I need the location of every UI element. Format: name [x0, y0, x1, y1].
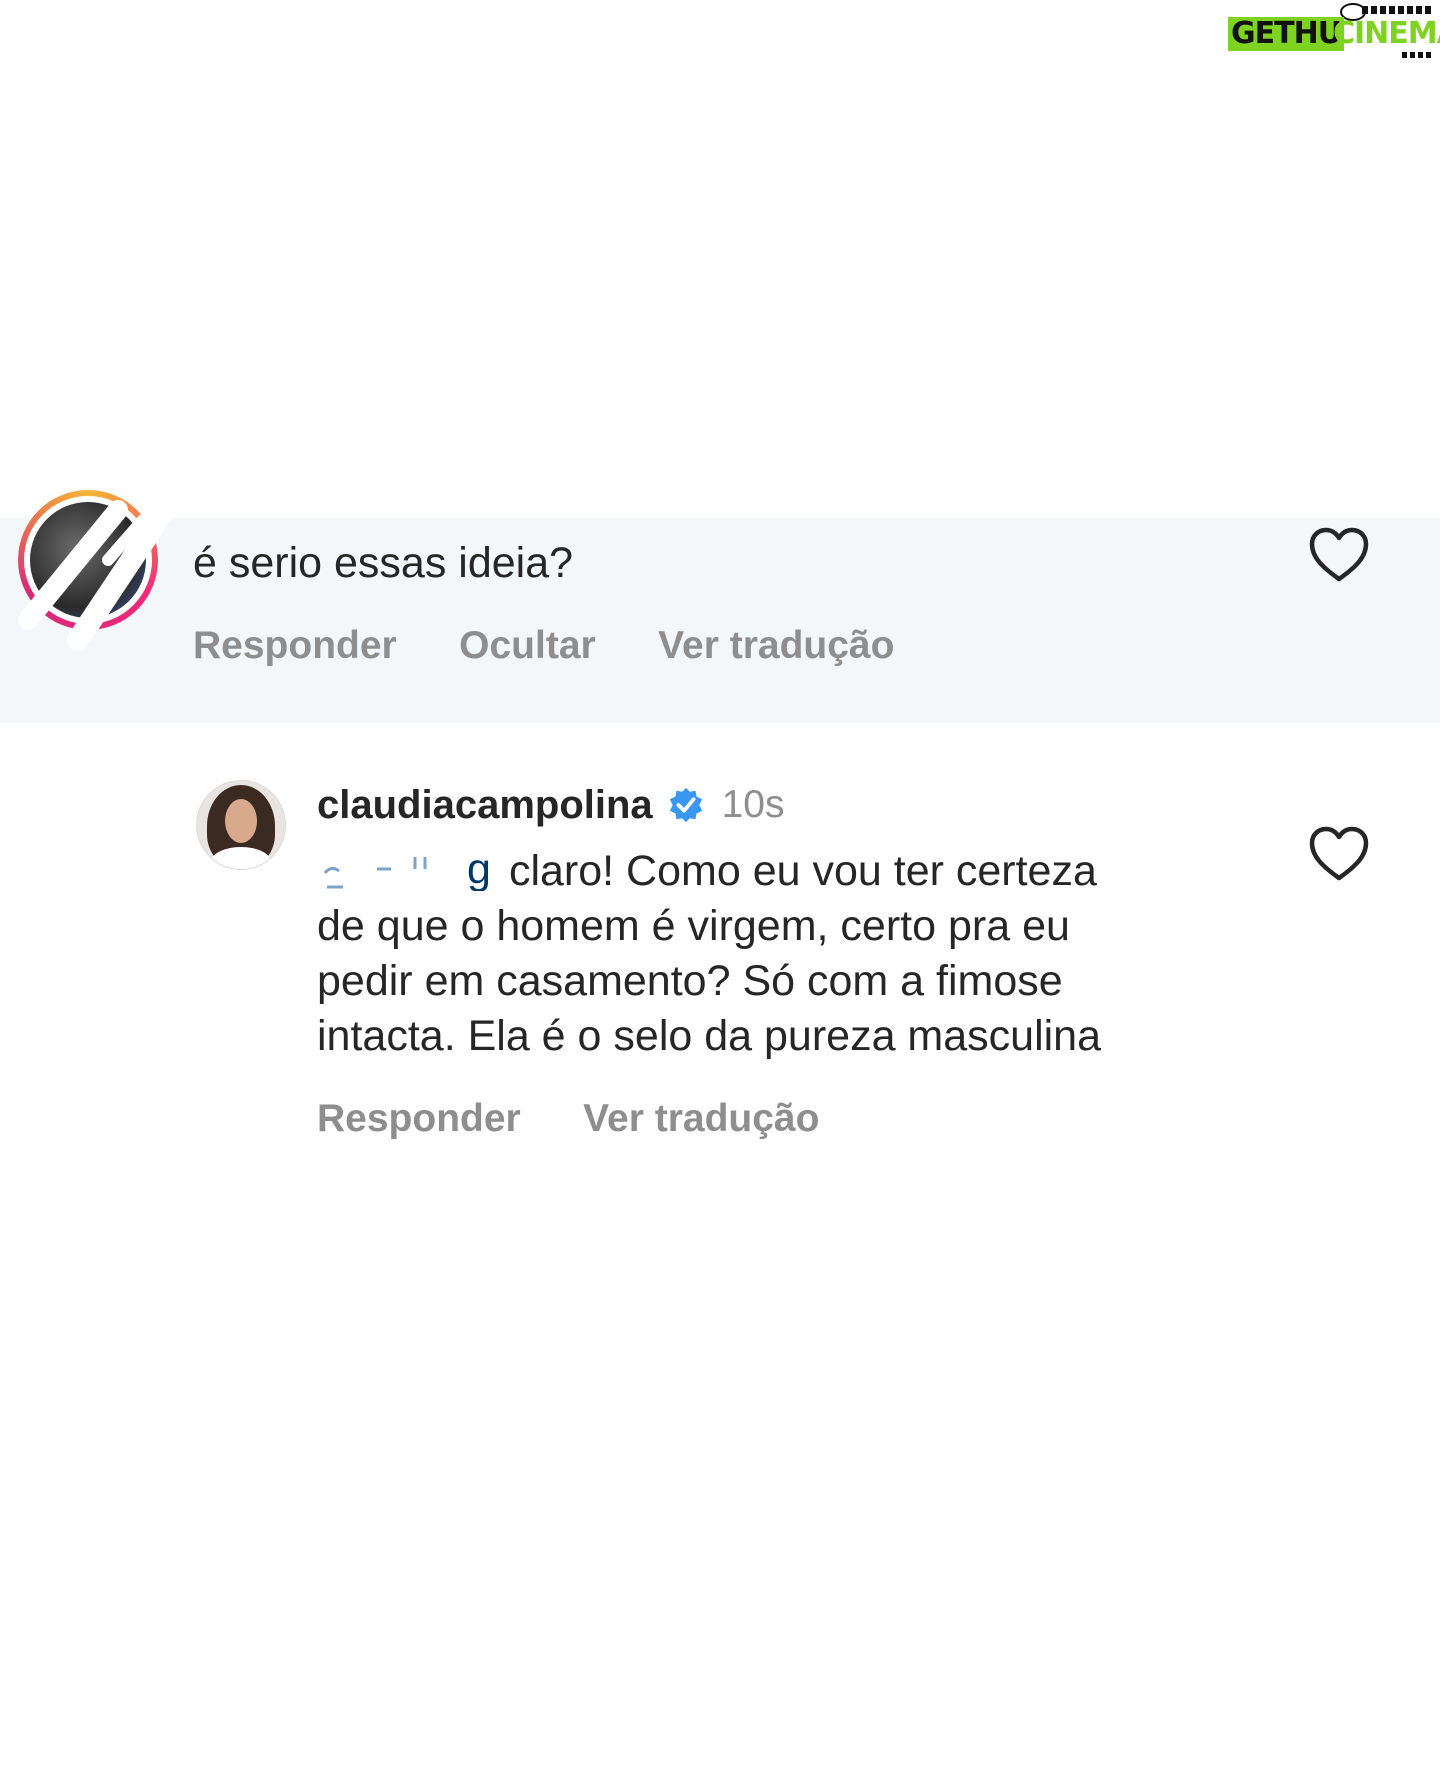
reply-line-2: de que o homem é virgem, certo pra eu [317, 902, 1070, 950]
hide-button[interactable]: Ocultar [459, 621, 596, 671]
redacted-mention-marks: g [323, 847, 491, 891]
reply-actions: Responder Ver tradução [317, 1094, 877, 1144]
heart-outline-icon[interactable] [1308, 826, 1370, 882]
username-link[interactable]: claudiacampolina [317, 779, 653, 831]
reply-line-1-text: claro! Como eu vou ter certeza [508, 847, 1097, 895]
watermark-text-gethu: GETHU [1228, 17, 1345, 51]
commenter-avatar[interactable] [18, 490, 178, 650]
heart-outline-icon[interactable] [1308, 527, 1370, 583]
reply-button[interactable]: Responder [193, 621, 397, 671]
reply-line-1: g claro! Como eu vou ter certeza [317, 844, 1277, 899]
comment-text: é serio essas ideia? [193, 539, 574, 587]
svg-text:g: g [467, 847, 491, 891]
comment-actions: Responder Ocultar Ver tradução [193, 621, 952, 671]
film-strip-icon [1362, 6, 1432, 14]
verified-badge-icon [669, 787, 703, 823]
reply-text: g claro! Como eu vou ter certeza de que … [317, 844, 1277, 1064]
see-translation-button[interactable]: Ver tradução [583, 1094, 819, 1144]
gethu-cinema-watermark: GETHU CINEMA [1222, 3, 1440, 59]
reply-line-3: pedir em casamento? Só com a fimose [317, 957, 1063, 1005]
redaction-scribble [18, 500, 178, 650]
film-strip-icon [1402, 52, 1432, 58]
reply-line-4: intacta. Ela é o selo da pureza masculin… [317, 1012, 1102, 1060]
watermark-text-cinema: CINEMA [1333, 16, 1440, 51]
reply-header: claudiacampolina 10s [317, 779, 784, 831]
comment-timestamp: 10s [721, 783, 785, 826]
reply-button[interactable]: Responder [317, 1094, 521, 1144]
reply-avatar[interactable] [196, 780, 286, 870]
redacted-mention[interactable]: g [317, 847, 497, 891]
see-translation-button[interactable]: Ver tradução [658, 621, 894, 671]
